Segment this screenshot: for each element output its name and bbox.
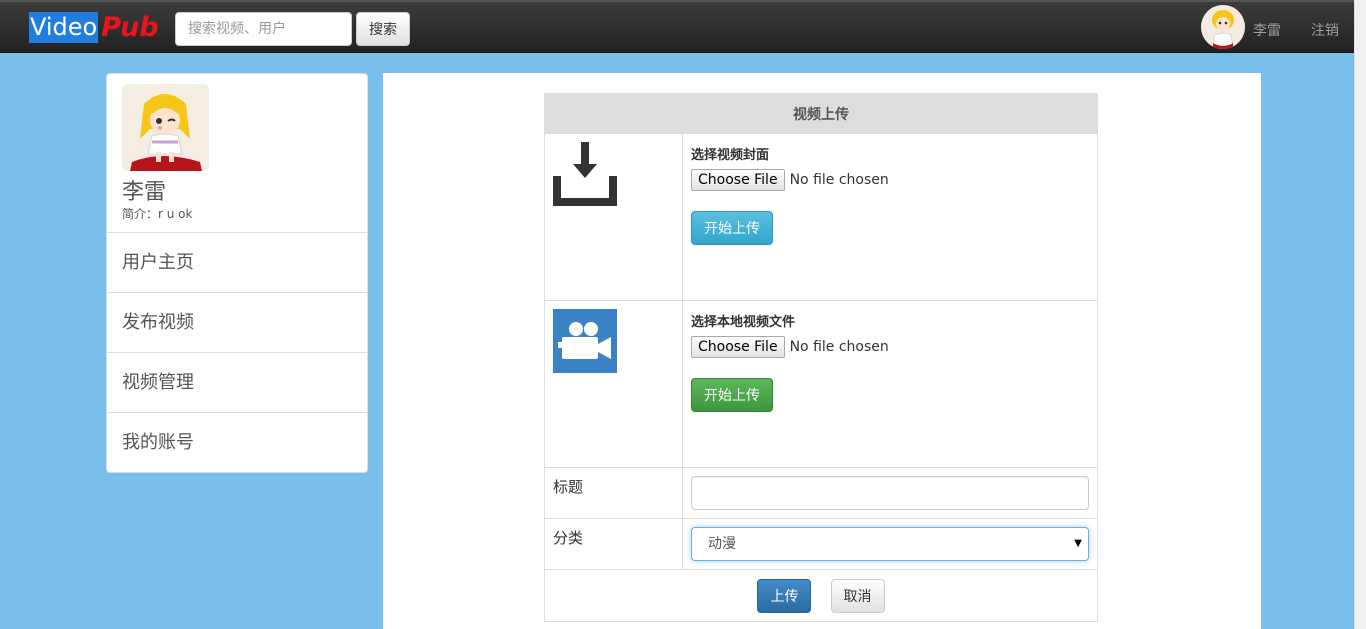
- category-select[interactable]: 动漫 ▼: [691, 527, 1089, 561]
- form-actions: 上传 取消: [544, 569, 1098, 622]
- sidebar-item-my-account[interactable]: 我的账号: [107, 413, 367, 473]
- video-camera-icon: [553, 309, 617, 377]
- cover-start-upload-button[interactable]: 开始上传: [691, 211, 773, 245]
- main-content: 视频上传 选择视频封面 Choose File No file chosen 开…: [383, 73, 1261, 629]
- brand-logo[interactable]: Video Pub: [29, 12, 159, 43]
- sidebar: 李雷 简介：r u ok 用户主页 发布视频 视频管理 我的账号: [106, 73, 368, 473]
- search-button[interactable]: 搜索: [356, 12, 410, 46]
- page-scrollbar[interactable]: [1354, 0, 1366, 629]
- cover-icon-cell: [544, 133, 683, 301]
- title-input[interactable]: [691, 476, 1089, 510]
- chevron-down-icon: ▼: [1074, 538, 1082, 549]
- cover-choose-file-button[interactable]: Choose File: [691, 169, 785, 191]
- video-upload-cell: 选择本地视频文件 Choose File No file chosen 开始上传: [682, 300, 1098, 468]
- download-tray-icon: [553, 142, 617, 210]
- video-choose-file-button[interactable]: Choose File: [691, 336, 785, 358]
- video-file-status: No file chosen: [789, 339, 889, 355]
- upload-form-table: 视频上传 选择视频封面 Choose File No file chosen 开…: [544, 93, 1098, 622]
- logout-link[interactable]: 注销: [1311, 20, 1339, 40]
- sidebar-item-user-home[interactable]: 用户主页: [107, 233, 367, 293]
- video-icon-cell: [544, 300, 683, 468]
- sidebar-item-publish-video[interactable]: 发布视频: [107, 293, 367, 353]
- top-navbar: Video Pub 搜索 李雷 注销: [0, 0, 1366, 53]
- video-start-upload-button[interactable]: 开始上传: [691, 378, 773, 412]
- user-avatar-icon[interactable]: [1201, 5, 1245, 49]
- brand-video-text: Video: [29, 12, 99, 43]
- sidebar-item-video-management[interactable]: 视频管理: [107, 353, 367, 413]
- category-selected-value: 动漫: [708, 536, 736, 552]
- category-label: 分类: [544, 518, 683, 570]
- cancel-button[interactable]: 取消: [830, 578, 885, 613]
- profile-card: 李雷 简介：r u ok: [107, 74, 367, 233]
- profile-bio: 简介：r u ok: [122, 207, 193, 221]
- cover-upload-cell: 选择视频封面 Choose File No file chosen 开始上传: [682, 133, 1098, 301]
- upload-form-title: 视频上传: [544, 93, 1098, 134]
- title-label: 标题: [544, 467, 683, 519]
- submit-upload-button[interactable]: 上传: [757, 578, 812, 613]
- navbar-username[interactable]: 李雷: [1253, 20, 1281, 40]
- search-input[interactable]: [175, 12, 352, 46]
- profile-avatar-icon: [122, 84, 209, 171]
- profile-name: 李雷: [122, 180, 167, 205]
- cover-file-status: No file chosen: [789, 172, 889, 188]
- video-file-label: 选择本地视频文件: [691, 315, 796, 330]
- brand-pub-text: Pub: [101, 12, 159, 43]
- cover-file-label: 选择视频封面: [691, 148, 770, 163]
